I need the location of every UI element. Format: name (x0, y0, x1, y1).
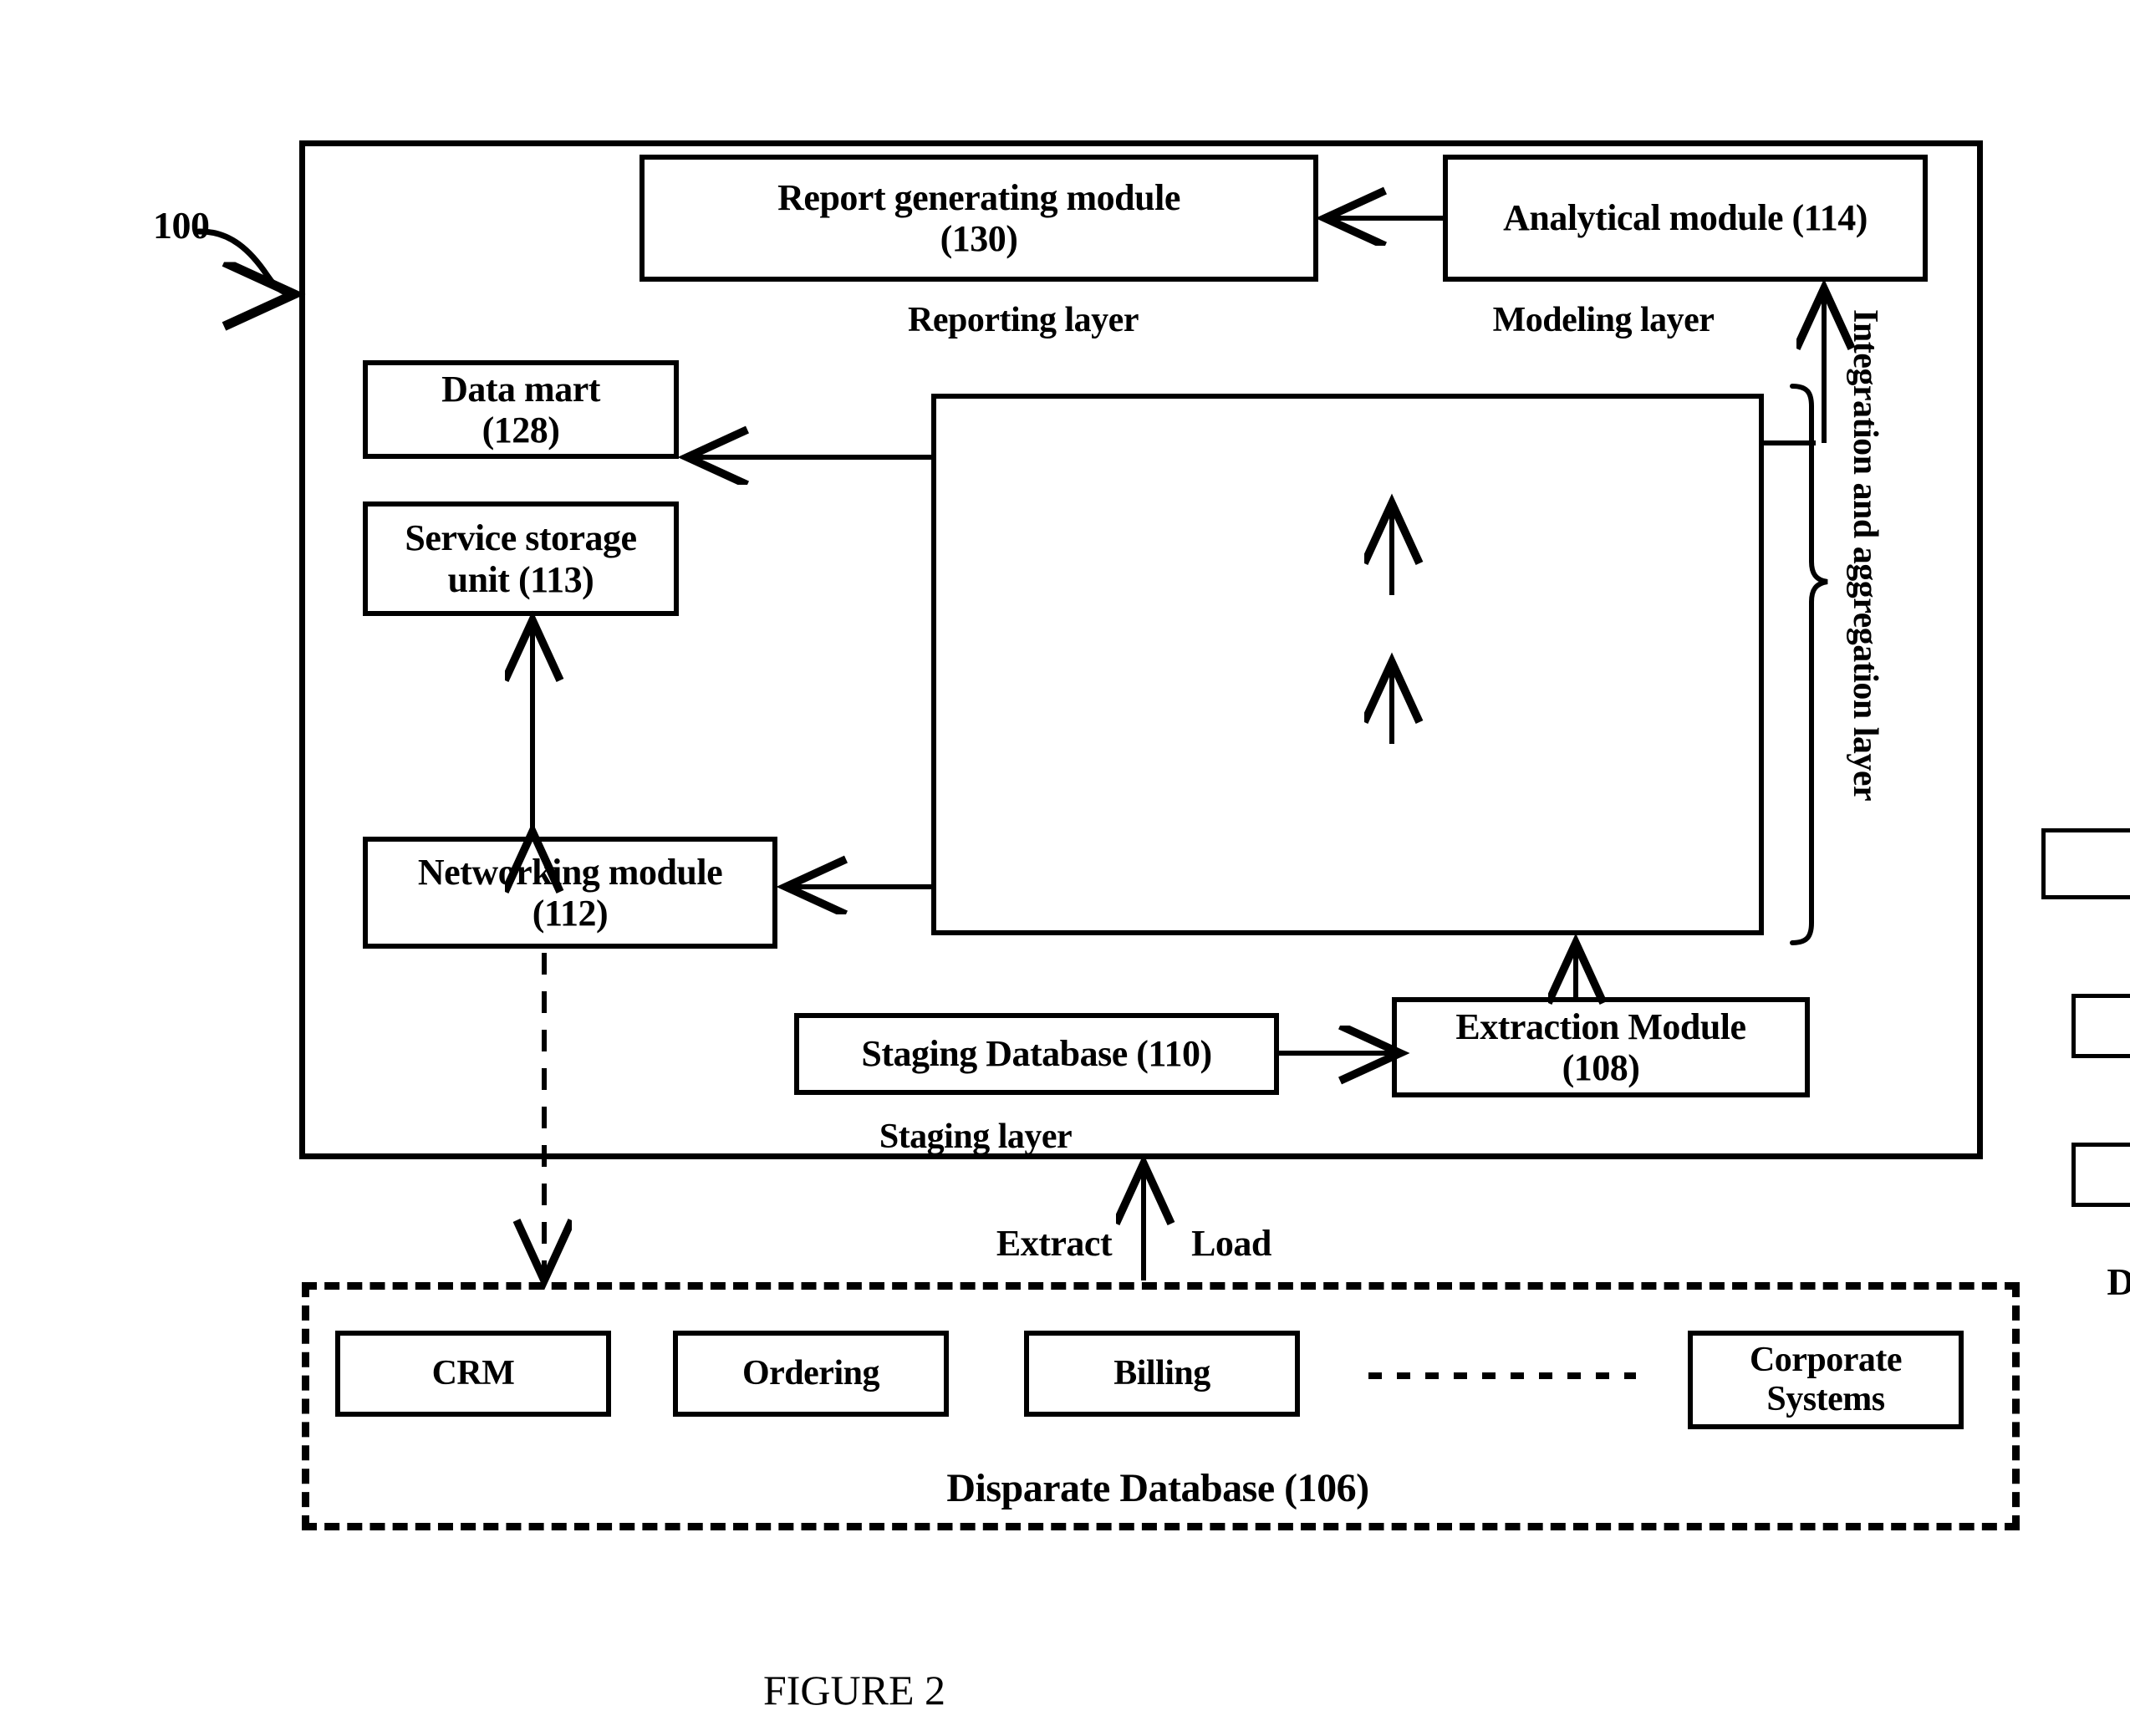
reporting-layer-label: Reporting layer (908, 301, 1139, 339)
service-storage-unit-line2: unit (113) (447, 558, 594, 600)
data-mart-line2: (128) (482, 410, 560, 451)
data-warehouse-title: Data Warehouse (102) (2107, 1260, 2130, 1303)
staging-database-label: Staging Database (110) (861, 1033, 1212, 1075)
networking-module-box[interactable]: Networking module (112) (363, 837, 777, 949)
data-mart-line1: Data mart (441, 368, 600, 410)
staging-database-box[interactable]: Staging Database (110) (794, 1013, 1279, 1095)
report-generating-module-line1: Report generating module (777, 176, 1180, 218)
reference-leader-arrow-100 (196, 228, 294, 294)
source-box-crm[interactable]: CRM (335, 1331, 611, 1417)
data-mart-box[interactable]: Data mart (128) (363, 360, 679, 459)
integration-layer-box[interactable]: Integration Layer (120) (2071, 1143, 2130, 1207)
service-storage-unit-box[interactable]: Service storage unit (113) (363, 501, 679, 616)
extract-label: Extract (996, 1223, 1113, 1264)
source-label-ordering: Ordering (742, 1353, 879, 1392)
data-warehouse-container[interactable]: Summary layer (124) ETL Dimensional Laye… (931, 394, 2130, 1303)
summary-layer-box[interactable]: Summary layer (124) (2041, 828, 2130, 899)
figure-canvas: 100 Report generating module (130) Analy… (0, 0, 2130, 1736)
extraction-module-line1: Extraction Module (1455, 1005, 1746, 1047)
report-generating-module-line2: (130) (940, 218, 1018, 259)
integration-aggregation-layer-label: Integration and aggregation layer (1846, 309, 1884, 802)
figure-caption: FIGURE 2 (762, 1667, 946, 1713)
source-label-billing: Billing (1113, 1353, 1210, 1392)
staging-layer-label: Staging layer (879, 1117, 1073, 1156)
service-storage-unit-line1: Service storage (405, 517, 637, 559)
modeling-layer-label: Modeling layer (1492, 301, 1715, 339)
reference-numeral-100: 100 (153, 204, 210, 247)
source-label-corporate-line1: Corporate (1749, 1340, 1903, 1379)
source-box-corporate-systems[interactable]: Corporate Systems (1688, 1331, 1964, 1429)
extraction-module-line2: (108) (1562, 1047, 1640, 1088)
load-label: Load (1191, 1223, 1271, 1264)
report-generating-module-box[interactable]: Report generating module (130) (640, 155, 1318, 282)
networking-module-line2: (112) (532, 893, 609, 934)
analytical-module-box[interactable]: Analytical module (114) (1443, 155, 1928, 282)
dimensional-layer-box[interactable]: Dimensional Layer (122) (2071, 994, 2130, 1058)
extraction-module-box[interactable]: Extraction Module (108) (1392, 997, 1810, 1097)
source-label-corporate-line2: Systems (1766, 1380, 1885, 1418)
disparate-database-title: Disparate Database (106) (946, 1466, 1369, 1510)
analytical-module-label: Analytical module (114) (1503, 197, 1868, 239)
source-box-ordering[interactable]: Ordering (673, 1331, 949, 1417)
source-box-billing[interactable]: Billing (1024, 1331, 1300, 1417)
source-label-crm: CRM (431, 1353, 515, 1392)
networking-module-line1: Networking module (417, 851, 723, 893)
